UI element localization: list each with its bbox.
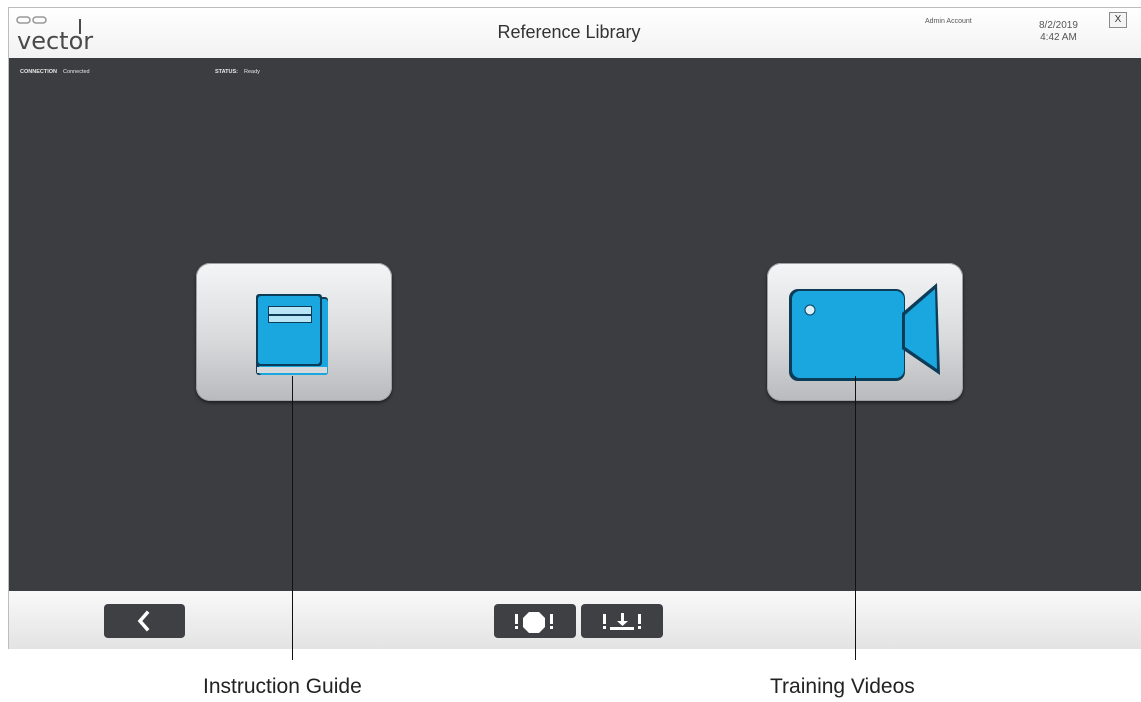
instruction-guide-callout: Instruction Guide [203, 675, 362, 698]
date-text: 8/2/2019 [1039, 20, 1078, 31]
header-bar: vector Reference Library Admin Account 8… [9, 8, 1141, 58]
training-videos-button[interactable] [767, 263, 963, 401]
download-alert-icon [603, 613, 641, 630]
video-camera-icon [789, 283, 940, 381]
connection-value: Connected [62, 69, 90, 75]
connection-label: CONNECTION [20, 69, 57, 75]
back-button[interactable] [104, 604, 185, 638]
time-text: 4:42 AM [1040, 32, 1077, 43]
status-value: Ready [244, 69, 260, 75]
training-videos-callout-line [855, 376, 856, 660]
vector-logo: vector [16, 16, 93, 55]
training-videos-callout: Training Videos [770, 675, 915, 698]
download-button[interactable] [581, 604, 663, 638]
stop-button[interactable] [494, 604, 576, 638]
instruction-guide-button[interactable] [196, 263, 392, 401]
svg-text:vector: vector [17, 27, 93, 55]
footer-bar [9, 591, 1141, 649]
system-status: STATUS: Ready [215, 69, 260, 75]
page-title: Reference Library [497, 22, 641, 42]
instruction-guide-callout-line [292, 376, 293, 660]
account-name: Admin Account [925, 18, 972, 25]
close-button[interactable]: X [1109, 12, 1127, 28]
chevron-left-icon [137, 610, 150, 632]
stop-alert-icon [515, 612, 553, 633]
book-icon [256, 294, 328, 375]
date-time: 8/2/2019 4:42 AM [1039, 20, 1078, 44]
app-window: vector Reference Library Admin Account 8… [8, 7, 1141, 649]
connection-status: CONNECTION Connected [20, 69, 90, 75]
status-label: STATUS: [215, 69, 239, 75]
